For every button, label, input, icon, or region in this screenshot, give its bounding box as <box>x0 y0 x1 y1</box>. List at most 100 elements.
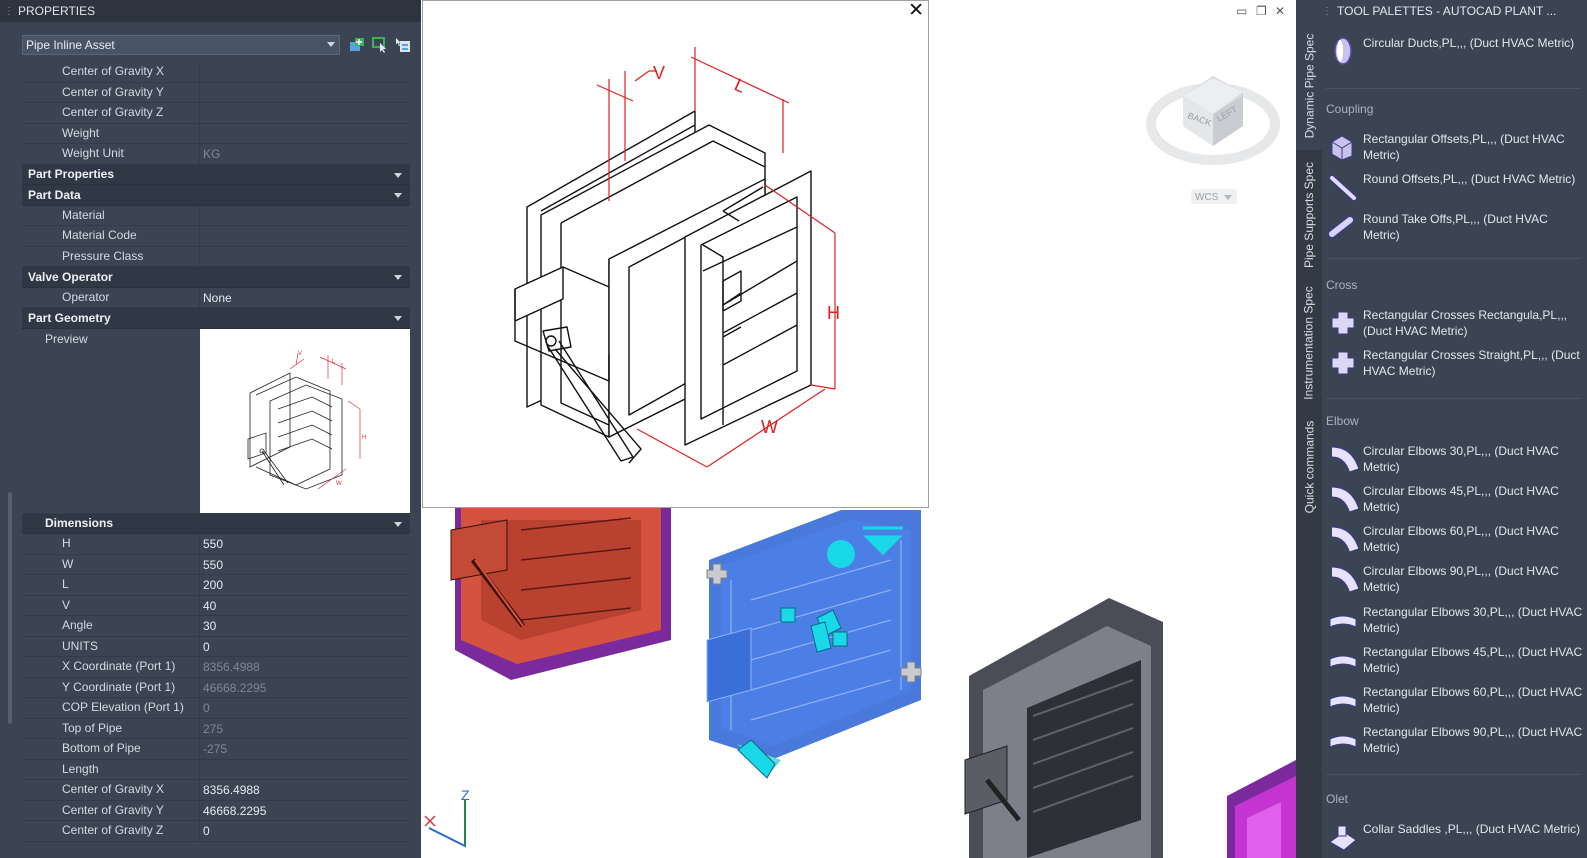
palette-item[interactable]: Rectangular Elbows 90,PL,,, (Duct HVAC M… <box>1328 725 1583 756</box>
minimize-icon[interactable]: ▭ <box>1236 4 1247 18</box>
prop-value[interactable] <box>200 62 410 82</box>
palettes-title: TOOL PALETTES - AUTOCAD PLANT ... <box>1337 4 1557 18</box>
prop-row[interactable]: Center of Gravity X 8356.4988 <box>22 780 410 801</box>
dimension-row[interactable]: L 200 <box>22 575 410 596</box>
prop-row[interactable]: Center of Gravity Y <box>22 82 410 103</box>
scrollbar-thumb[interactable] <box>8 492 12 724</box>
dimension-row[interactable]: UNITS 0 <box>22 636 410 657</box>
palette-item[interactable]: Round Offsets,PL,,, (Duct HVAC Metric) <box>1328 172 1583 202</box>
palette-item-label: Circular Elbows 45,PL,,, (Duct HVAC Metr… <box>1363 484 1559 514</box>
prop-value[interactable]: 550 <box>200 534 410 554</box>
damper-gray-object[interactable] <box>964 598 1163 858</box>
collapse-icon[interactable] <box>394 193 402 198</box>
palette-item[interactable]: Circular Elbows 45,PL,,, (Duct HVAC Metr… <box>1328 484 1583 515</box>
prop-value[interactable]: 40 <box>200 595 410 615</box>
palette-item[interactable]: Rectangular Crosses Straight,PL,,, (Duct… <box>1328 348 1583 379</box>
prop-value[interactable] <box>200 103 410 123</box>
prop-row[interactable]: Material Code <box>22 226 410 247</box>
viewcube[interactable]: BACK LEFT WCS <box>1146 76 1280 204</box>
dimension-row[interactable]: V 40 <box>22 595 410 616</box>
dimension-row[interactable]: H 550 <box>22 534 410 555</box>
prop-row[interactable]: Length <box>22 759 410 780</box>
prop-key: X Coordinate (Port 1) <box>22 657 200 677</box>
grip-icon[interactable]: ⋮ <box>4 6 14 17</box>
palette-item[interactable]: Rectangular Elbows 30,PL,,, (Duct HVAC M… <box>1328 605 1583 636</box>
grip-square-icon[interactable] <box>780 607 796 623</box>
close-viewport-icon[interactable]: ✕ <box>1275 4 1285 18</box>
prop-value[interactable] <box>200 759 410 779</box>
dimension-row[interactable]: Angle 30 <box>22 616 410 637</box>
prop-value[interactable]: 30 <box>200 616 410 636</box>
wcs-label[interactable]: WCS <box>1195 192 1219 203</box>
grip-circle-icon[interactable] <box>827 540 855 568</box>
prop-value[interactable] <box>200 246 410 266</box>
damper-selected-object[interactable] <box>706 510 922 779</box>
category-label: Valve Operator <box>28 269 113 284</box>
prop-row[interactable]: Center of Gravity Y 46668.2295 <box>22 800 410 821</box>
tab-dynamic-pipe-spec[interactable]: Dynamic Pipe Spec <box>1296 22 1322 150</box>
prop-key: Bottom of Pipe <box>22 739 200 759</box>
prop-row[interactable]: Top of Pipe 275 <box>22 718 410 739</box>
prop-value[interactable]: 0 <box>200 636 410 656</box>
palette-item[interactable]: Circular Elbows 90,PL,,, (Duct HVAC Metr… <box>1328 564 1583 595</box>
grip-icon[interactable]: ⋮ <box>1322 6 1332 17</box>
properties-titlebar[interactable]: ⋮ PROPERTIES <box>0 0 421 22</box>
prop-value[interactable] <box>200 226 410 246</box>
collapse-icon[interactable] <box>394 521 402 527</box>
prop-value[interactable] <box>200 82 410 102</box>
palette-item[interactable]: Circular Ducts,PL,,, (Duct HVAC Metric) <box>1328 36 1583 66</box>
prop-row[interactable]: Material <box>22 205 410 226</box>
palette-item[interactable]: Rectangular Crosses Rectangula,PL,,, (Du… <box>1328 308 1583 339</box>
prop-row[interactable]: Pressure Class <box>22 246 410 267</box>
prop-row[interactable]: Operator None <box>22 287 410 308</box>
prop-row[interactable]: Bottom of Pipe -275 <box>22 739 410 760</box>
prop-row[interactable]: Weight <box>22 123 410 144</box>
damper-magenta-object[interactable] <box>1227 760 1296 858</box>
dimension-row[interactable]: W 550 <box>22 554 410 575</box>
category-part-properties[interactable]: Part Properties <box>22 164 410 185</box>
palette-item[interactable]: Rectangular Offsets,PL,,, (Duct HVAC Met… <box>1328 132 1583 163</box>
prop-row[interactable]: COP Elevation (Port 1) 0 <box>22 698 410 719</box>
collapse-icon[interactable] <box>394 172 402 178</box>
section-coupling: Coupling <box>1326 102 1374 116</box>
ucs-z-label: Z <box>461 787 470 803</box>
close-icon[interactable]: ✕ <box>908 1 924 21</box>
prop-row[interactable]: Center of Gravity Z0 <box>22 821 410 842</box>
tab-instrumentation-spec[interactable]: Instrumentation Spec <box>1296 278 1322 408</box>
palette-item[interactable]: Circular Elbows 60,PL,,, (Duct HVAC Metr… <box>1328 524 1583 555</box>
prop-row[interactable]: Weight Unit KG <box>22 144 410 165</box>
category-dimensions[interactable]: Dimensions <box>22 513 410 534</box>
prop-value[interactable]: 0 <box>200 821 410 841</box>
prop-row[interactable]: Y Coordinate (Port 1) 46668.2295 <box>22 677 410 698</box>
object-type-select[interactable]: Pipe Inline Asset <box>22 35 340 55</box>
prop-row[interactable]: Center of Gravity Z <box>22 103 410 124</box>
palette-item[interactable]: Round Take Offs,PL,,, (Duct HVAC Metric) <box>1328 212 1583 243</box>
tab-pipe-supports-spec[interactable]: Pipe Supports Spec <box>1296 156 1322 274</box>
restore-icon[interactable]: ❐ <box>1256 4 1267 18</box>
prop-value[interactable] <box>200 205 410 225</box>
collapse-icon[interactable] <box>394 275 402 280</box>
category-part-data[interactable]: Part Data <box>22 185 410 206</box>
palette-item[interactable]: Rectangular Elbows 45,PL,,, (Duct HVAC M… <box>1328 645 1583 676</box>
palette-item[interactable]: Rectangular Elbows 60,PL,,, (Duct HVAC M… <box>1328 685 1583 716</box>
category-valve-operator[interactable]: Valve Operator <box>22 267 410 288</box>
prop-value[interactable] <box>200 123 410 143</box>
palettes-titlebar[interactable]: ⋮ TOOL PALETTES - AUTOCAD PLANT ... <box>1322 0 1587 22</box>
collapse-icon[interactable] <box>394 316 402 321</box>
prop-row[interactable]: Center of Gravity X <box>22 62 410 83</box>
tab-quick-commands[interactable]: Quick commands <box>1296 412 1322 522</box>
prop-row[interactable]: X Coordinate (Port 1) 8356.4988 <box>22 657 410 678</box>
damper-red-object[interactable] <box>450 508 671 680</box>
category-label: Part Properties <box>28 167 115 182</box>
quick-select-icon[interactable] <box>395 37 411 53</box>
category-part-geometry[interactable]: Part Geometry <box>22 308 410 329</box>
toggle-pickadd-icon[interactable] <box>349 37 365 53</box>
prop-value[interactable]: None <box>200 287 410 307</box>
palette-item[interactable]: Collar Saddles ,PL,,, (Duct HVAC Metric) <box>1328 822 1583 852</box>
palette-item[interactable]: Circular Elbows 30,PL,,, (Duct HVAC Metr… <box>1328 444 1583 475</box>
prop-value[interactable]: 200 <box>200 575 410 595</box>
prop-value[interactable]: 550 <box>200 554 410 574</box>
select-objects-icon[interactable] <box>372 37 388 53</box>
prop-value[interactable]: 46668.2295 <box>200 800 410 820</box>
prop-value[interactable]: 8356.4988 <box>200 780 410 800</box>
